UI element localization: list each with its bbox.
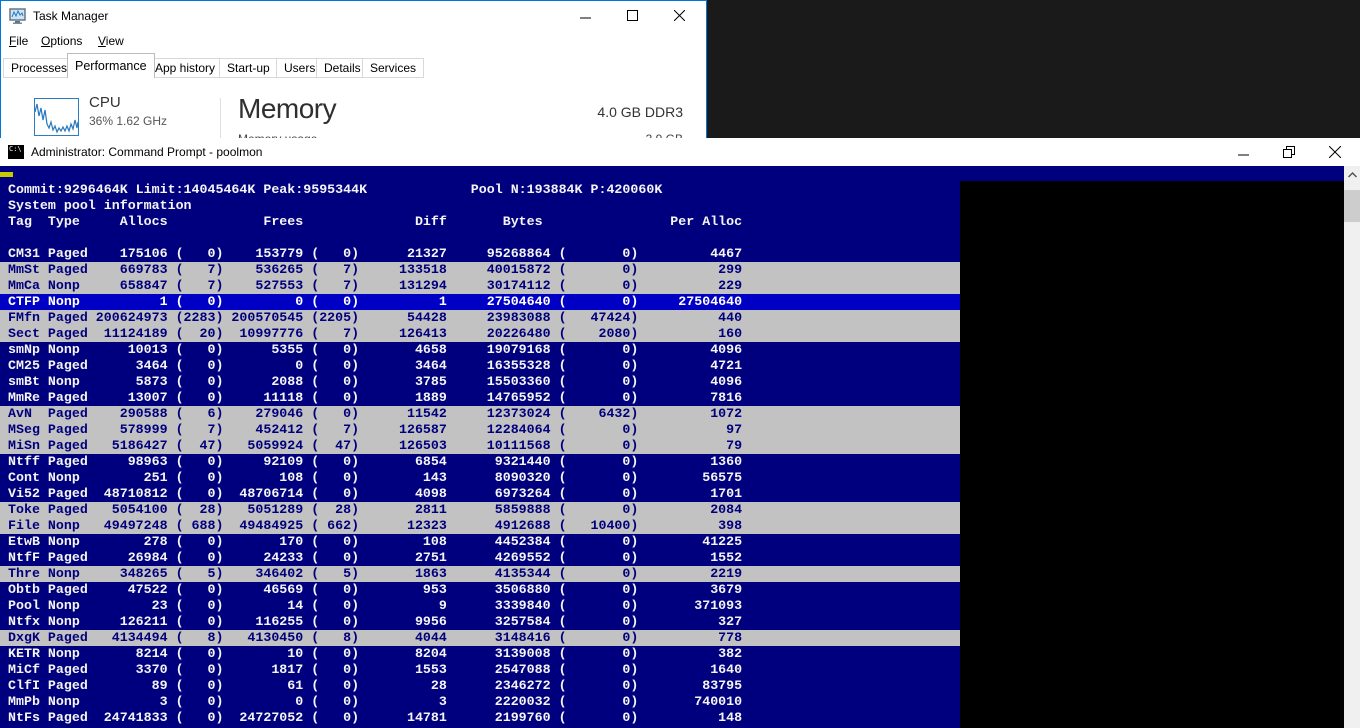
pool-row-MiSn: MiSn Paged 5186427 ( 47) 5059924 ( 47) 1… [0,438,960,454]
column-header-line: Tag Type Allocs Frees Diff Bytes Per All… [0,214,960,230]
console-titlebar[interactable]: C:\ Administrator: Command Prompt - pool… [0,138,1360,166]
console-restore-button[interactable] [1266,138,1312,166]
pool-row-NtFs: NtFs Paged 24741833 ( 0) 24727052 ( 0) 1… [0,710,960,726]
memory-capacity: 4.0 GB DDR3 [597,104,683,120]
cpu-sparkline [35,99,78,135]
minimize-icon [580,10,591,21]
window-title: Task Manager [33,9,108,23]
pool-row-MmRe: MmRe Paged 13007 ( 0) 11118 ( 0) 1889 14… [0,390,960,406]
command-prompt-window: C:\ Administrator: Command Prompt - pool… [0,138,1360,728]
pool-row-Sect: Sect Paged 11124189 ( 20) 10997776 ( 7) … [0,326,960,342]
maximize-button[interactable] [610,1,655,29]
menu-item-view[interactable]: View [98,34,124,48]
cursor-line [0,166,960,182]
pool-row-Toke: Toke Paged 5054100 ( 28) 5051289 ( 28) 2… [0,502,960,518]
pool-row-MSeg: MSeg Paged 578999 ( 7) 452412 ( 7) 12658… [0,422,960,438]
pool-row-AvN: AvN Paged 290588 ( 6) 279046 ( 0) 11542 … [0,406,960,422]
pool-row-FMfn: FMfn Paged 200624973 (2283) 200570545 (2… [0,310,960,326]
pool-row-Ntfx: Ntfx Nonp 126211 ( 0) 116255 ( 0) 9956 3… [0,614,960,630]
pool-row-EtwB: EtwB Nonp 278 ( 0) 170 ( 0) 108 4452384 … [0,534,960,550]
pool-row-NtfF: NtfF Paged 26984 ( 0) 24233 ( 0) 2751 42… [0,550,960,566]
pool-row-KETR: KETR Nonp 8214 ( 0) 10 ( 0) 8204 3139008… [0,646,960,662]
tab-services[interactable]: Services [362,58,424,78]
panel-divider [220,98,221,140]
tab-strip: ProcessesPerformanceApp historyStart-upU… [1,53,706,78]
pool-row-Thre: Thre Nonp 348265 ( 5) 346402 ( 5) 1863 4… [0,566,960,582]
info-line: System pool information [0,198,960,214]
chevron-up-icon [1348,172,1357,178]
pool-row-DxgK: DxgK Paged 4134494 ( 8) 4130450 ( 8) 404… [0,630,960,646]
pool-row-File: File Nonp 49497248 ( 688) 49484925 ( 662… [0,518,960,534]
pool-row-Vi52: Vi52 Paged 48710812 ( 0) 48706714 ( 0) 4… [0,486,960,502]
cpu-label: CPU [89,94,121,111]
minimize-button[interactable] [563,1,608,29]
pool-row-ClfI: ClfI Paged 89 ( 0) 61 ( 0) 28 2346272 ( … [0,678,960,694]
scrollbar-up-button[interactable] [1344,166,1360,183]
console-output: Commit:9296464K Limit:14045464K Peak:959… [0,166,1344,728]
close-button[interactable] [657,1,702,29]
restore-icon [1283,146,1295,158]
performance-panel: CPU 36% 1.62 GHz Memory 4.0 GB DDR3 Memo… [1,78,706,140]
scrollbar-thumb[interactable] [1344,190,1360,222]
cpu-graph-thumbnail [34,98,79,136]
summary-line: Commit:9296464K Limit:14045464K Peak:959… [0,182,960,198]
cpu-stats: 36% 1.62 GHz [89,114,167,128]
menu-bar: File Options View [1,31,706,53]
tab-app-history[interactable]: App history [147,58,223,78]
screen: Task Manager File Options View ProcessesPe… [0,0,1360,728]
close-icon [1329,146,1341,158]
pool-row-CTFP: CTFP Nonp 1 ( 0) 0 ( 0) 1 27504640 ( 0) … [0,294,960,310]
console-close-button[interactable] [1312,138,1358,166]
memory-title: Memory [238,93,336,125]
pool-row-Ntff: Ntff Paged 98963 ( 0) 92109 ( 0) 6854 93… [0,454,960,470]
pool-row-MmSt: MmSt Paged 669783 ( 7) 536265 ( 7) 13351… [0,262,960,278]
command-prompt-icon: C:\ [8,145,24,159]
pool-row-smNp: smNp Nonp 10013 ( 0) 5355 ( 0) 4658 1907… [0,342,960,358]
tab-details[interactable]: Details [316,58,369,78]
blank-line [0,230,960,246]
pool-row-smBt: smBt Nonp 5873 ( 0) 2088 ( 0) 3785 15503… [0,374,960,390]
menu-item-options[interactable]: Options [41,34,82,48]
tab-start-up[interactable]: Start-up [219,58,278,78]
pool-row-CM31: CM31 Paged 175106 ( 0) 153779 ( 0) 21327… [0,246,960,262]
pool-row-CM25: CM25 Paged 3464 ( 0) 0 ( 0) 3464 1635532… [0,358,960,374]
pool-row-MmCa: MmCa Nonp 658847 ( 7) 527553 ( 7) 131294… [0,278,960,294]
console-scrollbar[interactable] [1344,166,1360,728]
close-icon [674,10,685,21]
tab-performance[interactable]: Performance [67,53,155,78]
tab-processes[interactable]: Processes [3,58,75,78]
sidebar-item-cpu[interactable]: CPU 36% 1.62 GHz [27,92,207,138]
task-manager-window: Task Manager File Options View ProcessesPe… [0,0,707,140]
pool-row-Pool: Pool Nonp 23 ( 0) 14 ( 0) 9 3339840 ( 0)… [0,598,960,614]
pool-row-Cont: Cont Nonp 251 ( 0) 108 ( 0) 143 8090320 … [0,470,960,486]
console-minimize-button[interactable] [1220,138,1266,166]
maximize-icon [627,10,638,21]
pool-row-Obtb: Obtb Paged 47522 ( 0) 46569 ( 0) 953 350… [0,582,960,598]
console-window-title: Administrator: Command Prompt - poolmon [31,145,262,159]
minimize-icon [1238,147,1249,158]
task-manager-icon [9,8,26,24]
task-manager-titlebar[interactable]: Task Manager [1,1,706,31]
menu-item-file[interactable]: File [9,34,28,48]
pool-row-MmPb: MmPb Nonp 3 ( 0) 0 ( 0) 3 2220032 ( 0) 7… [0,694,960,710]
pool-row-MiCf: MiCf Paged 3370 ( 0) 1817 ( 0) 1553 2547… [0,662,960,678]
